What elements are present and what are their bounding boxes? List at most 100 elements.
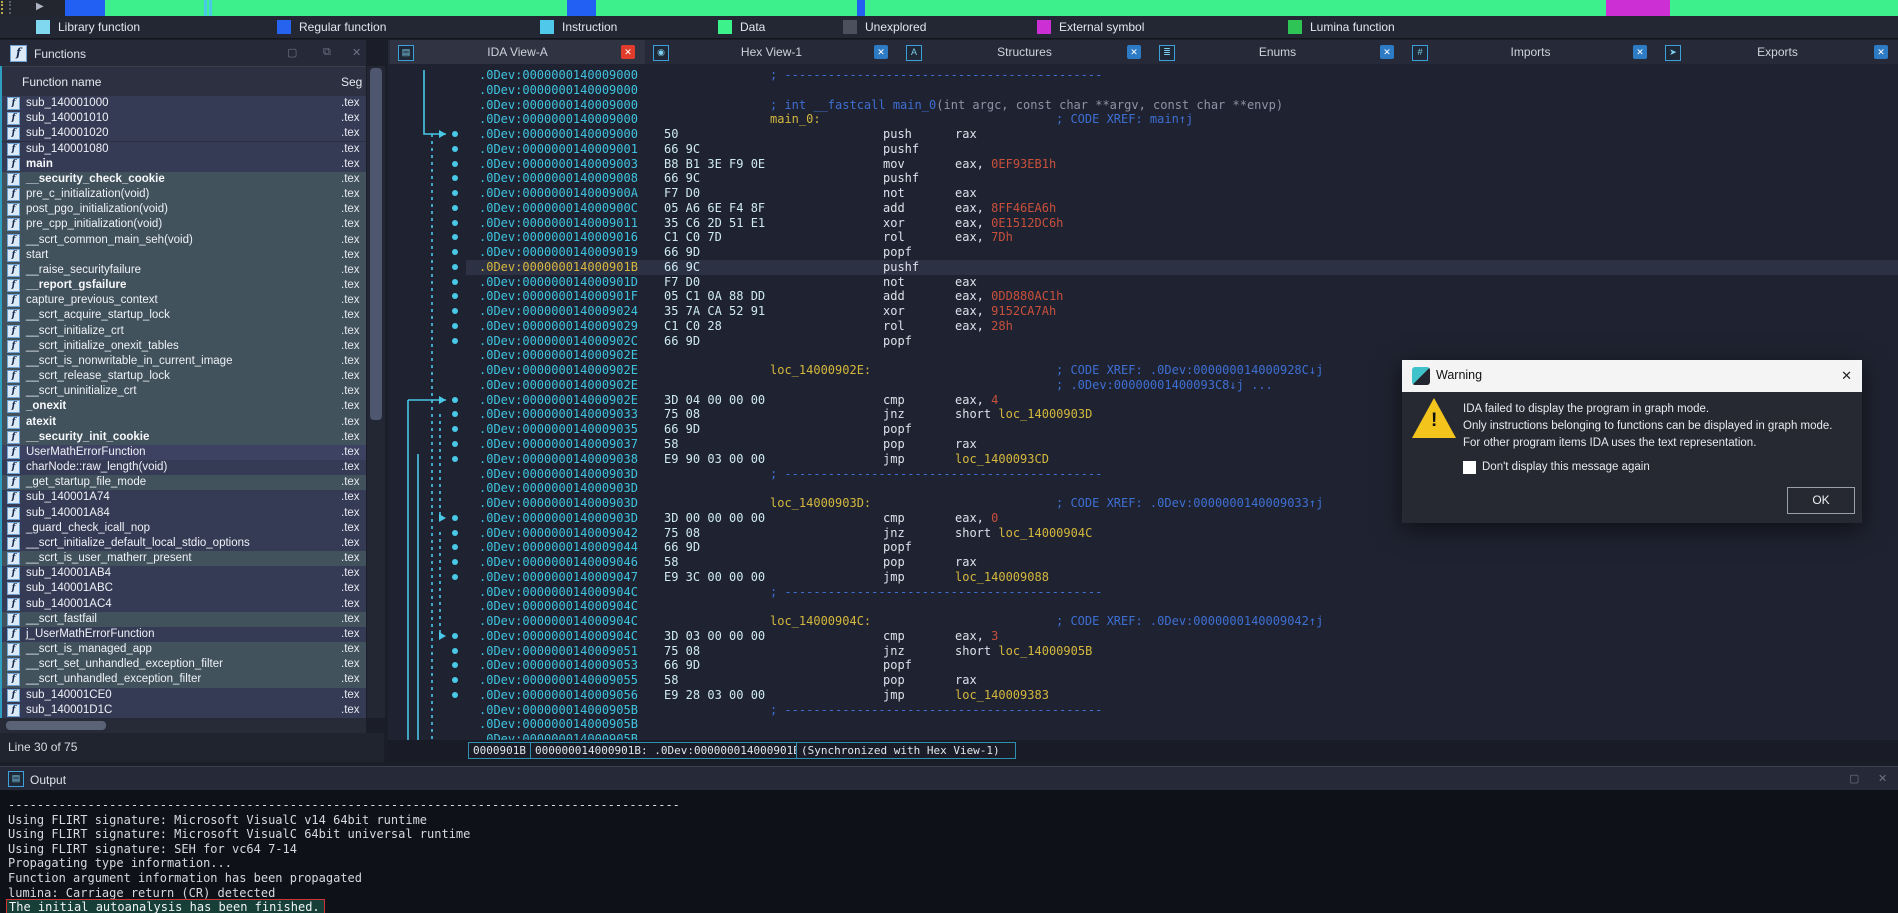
disasm-line[interactable]: .0Dev:0000000140009003B8 B1 3E F9 0Emove… [466, 157, 1898, 172]
function-row[interactable]: f__scrt_common_main_seh(void).tex [0, 233, 366, 248]
function-row[interactable]: fpre_c_initialization(void).tex [0, 187, 366, 202]
navband-segment[interactable] [65, 0, 105, 16]
disasm-line[interactable]: .0Dev:000000014000900050pushrax [466, 127, 1898, 142]
disasm-line[interactable]: .0Dev:0000000140009000main_0:; CODE XREF… [466, 112, 1898, 127]
function-row[interactable]: f__security_check_cookie.tex [0, 172, 366, 187]
disasm-line[interactable]: .0Dev:0000000140009000; ----------------… [466, 68, 1898, 83]
function-row[interactable]: f__scrt_is_user_matherr_present.tex [0, 551, 366, 566]
disasm-line[interactable]: .0Dev:000000014000900C05 A6 6E F4 8Fadde… [466, 201, 1898, 216]
disasm-line[interactable]: .0Dev:000000014000904C; ----------------… [466, 585, 1898, 600]
dont-display-again-checkbox[interactable] [1463, 461, 1476, 474]
column-seg[interactable]: Seg [341, 75, 362, 89]
navband-segment[interactable] [212, 0, 567, 16]
disasm-line[interactable]: .0Dev:000000014000904C [466, 599, 1898, 614]
disasm-line[interactable]: .0Dev:000000014000902435 7A CA 52 91xore… [466, 304, 1898, 319]
disasm-line[interactable]: .0Dev:0000000140009029C1 C0 28roleax, 28… [466, 319, 1898, 334]
function-row[interactable]: fsub_140001A74.tex [0, 490, 366, 505]
navband-segment[interactable] [865, 0, 1606, 16]
function-row[interactable]: f__scrt_unhandled_exception_filter.tex [0, 672, 366, 687]
disasm-line[interactable]: .0Dev:000000014000901DF7 D0noteax [466, 275, 1898, 290]
function-row[interactable]: fsub_140001A84.tex [0, 506, 366, 521]
function-row[interactable]: fsub_140001020.tex [0, 126, 366, 141]
function-row[interactable]: f__scrt_uninitialize_crt.tex [0, 384, 366, 399]
scrollbar-thumb[interactable] [6, 721, 106, 730]
disasm-line[interactable]: .0Dev:000000014000905366 9Dpopf [466, 658, 1898, 673]
function-row[interactable]: fpost_pgo_initialization(void).tex [0, 202, 366, 217]
function-row[interactable]: f__raise_securityfailure.tex [0, 263, 366, 278]
close-icon[interactable]: ✕ [352, 46, 361, 59]
disasm-line[interactable]: .0Dev:0000000140009000 [466, 83, 1898, 98]
tab-close-icon[interactable]: ✕ [1127, 45, 1141, 59]
navband-segment[interactable] [1606, 0, 1670, 16]
function-row[interactable]: f__scrt_initialize_crt.tex [0, 324, 366, 339]
function-row[interactable]: fstart.tex [0, 248, 366, 263]
function-row[interactable]: fatexit.tex [0, 415, 366, 430]
disasm-line[interactable]: .0Dev:0000000140009016C1 C0 7Droleax, 7D… [466, 230, 1898, 245]
disasm-line[interactable]: .0Dev:000000014000905B [466, 717, 1898, 732]
navband-segment[interactable] [105, 0, 204, 16]
navband-segment[interactable] [567, 0, 596, 16]
disasm-line[interactable]: .0Dev:000000014000900AF7 D0noteax [466, 186, 1898, 201]
function-row[interactable]: f__scrt_is_managed_app.tex [0, 642, 366, 657]
function-row[interactable]: f__scrt_initialize_onexit_tables.tex [0, 339, 366, 354]
navband-segment[interactable] [1670, 0, 1898, 16]
navband-segment[interactable] [596, 0, 857, 16]
disasm-line[interactable]: .0Dev:000000014000901F05 C1 0A 88 DDadde… [466, 289, 1898, 304]
output-log[interactable]: ----------------------------------------… [0, 790, 1898, 913]
column-function-name[interactable]: Function name [22, 75, 101, 89]
scrollbar-thumb[interactable] [370, 68, 382, 420]
tab-ida-view-a[interactable]: ▤IDA View-A✕ [390, 40, 645, 64]
function-row[interactable]: fcapture_previous_context.tex [0, 293, 366, 308]
function-row[interactable]: fsub_140001AB4.tex [0, 566, 366, 581]
function-row[interactable]: f_onexit.tex [0, 399, 366, 414]
navband-arrow-icon[interactable]: ▶ [36, 1, 44, 12]
maximize-icon[interactable]: ▢ [1849, 772, 1859, 785]
tab-structures[interactable]: AStructures✕ [898, 40, 1151, 64]
function-row[interactable]: f__scrt_set_unhandled_exception_filter.t… [0, 657, 366, 672]
disasm-line[interactable]: .0Dev:000000014000904275 08jnzshort loc_… [466, 526, 1898, 541]
navigation-band[interactable] [0, 0, 1898, 16]
function-row[interactable]: fcharNode::raw_length(void).tex [0, 460, 366, 475]
disasm-line[interactable]: .0Dev:000000014000901135 C6 2D 51 E1xore… [466, 216, 1898, 231]
disasm-line[interactable]: .0Dev:0000000140009047E9 3C 00 00 00jmpl… [466, 570, 1898, 585]
function-row[interactable]: f__scrt_release_startup_lock.tex [0, 369, 366, 384]
disasm-line[interactable]: .0Dev:000000014000905558poprax [466, 673, 1898, 688]
tab-exports[interactable]: ➤Exports✕ [1657, 40, 1898, 64]
disasm-line[interactable]: .0Dev:000000014000901966 9Dpopf [466, 245, 1898, 260]
disasm-line[interactable]: .0Dev:000000014000905B [466, 732, 1898, 740]
tab-close-icon[interactable]: ✕ [874, 45, 888, 59]
function-row[interactable]: fsub_140001ABC.tex [0, 581, 366, 596]
disasm-line[interactable]: .0Dev:0000000140009056E9 28 03 00 00jmpl… [466, 688, 1898, 703]
tab-enums[interactable]: ≣Enums✕ [1151, 40, 1404, 64]
navband-segment[interactable] [857, 0, 865, 16]
disasm-line[interactable]: .0Dev:000000014000904Cloc_14000904C:; CO… [466, 614, 1898, 629]
disasm-line[interactable]: .0Dev:000000014000904658poprax [466, 555, 1898, 570]
tab-hex-view-1[interactable]: ◉Hex View-1✕ [645, 40, 898, 64]
function-row[interactable]: f__security_init_cookie.tex [0, 430, 366, 445]
disasm-line[interactable]: .0Dev:000000014000905175 08jnzshort loc_… [466, 644, 1898, 659]
disasm-line[interactable]: .0Dev:000000014000905B; ----------------… [466, 703, 1898, 718]
function-row[interactable]: fmain.tex [0, 157, 366, 172]
function-row[interactable]: fUserMathErrorFunction.tex [0, 445, 366, 460]
float-icon[interactable]: ⧉ [323, 46, 331, 59]
dialog-close-icon[interactable]: ✕ [1841, 368, 1852, 384]
function-row[interactable]: f_get_startup_file_mode.tex [0, 475, 366, 490]
function-row[interactable]: fsub_140001CE0.tex [0, 688, 366, 703]
functions-column-header[interactable]: Function name Seg [0, 66, 366, 98]
close-icon[interactable]: ✕ [1878, 772, 1887, 785]
functions-vertical-scrollbar[interactable] [367, 66, 385, 718]
disasm-line[interactable]: .0Dev:000000014000902C66 9Dpopf [466, 334, 1898, 349]
tab-close-icon[interactable]: ✕ [621, 45, 635, 59]
disasm-line[interactable]: .0Dev:000000014000901B66 9Cpushf [466, 260, 1898, 275]
tab-imports[interactable]: #Imports✕ [1404, 40, 1657, 64]
ok-button[interactable]: OK [1787, 487, 1855, 514]
disasm-line[interactable]: .0Dev:000000014000904C3D 03 00 00 00cmpe… [466, 629, 1898, 644]
maximize-icon[interactable]: ▢ [287, 46, 297, 59]
tab-close-icon[interactable]: ✕ [1380, 45, 1394, 59]
function-row[interactable]: fsub_140001000.tex [0, 96, 366, 111]
disasm-line[interactable]: .0Dev:0000000140009000; int __fastcall m… [466, 98, 1898, 113]
function-row[interactable]: f__scrt_acquire_startup_lock.tex [0, 308, 366, 323]
function-row[interactable]: f_guard_check_icall_nop.tex [0, 521, 366, 536]
disasm-line[interactable]: .0Dev:000000014000900866 9Cpushf [466, 171, 1898, 186]
function-row[interactable]: fj_UserMathErrorFunction.tex [0, 627, 366, 642]
